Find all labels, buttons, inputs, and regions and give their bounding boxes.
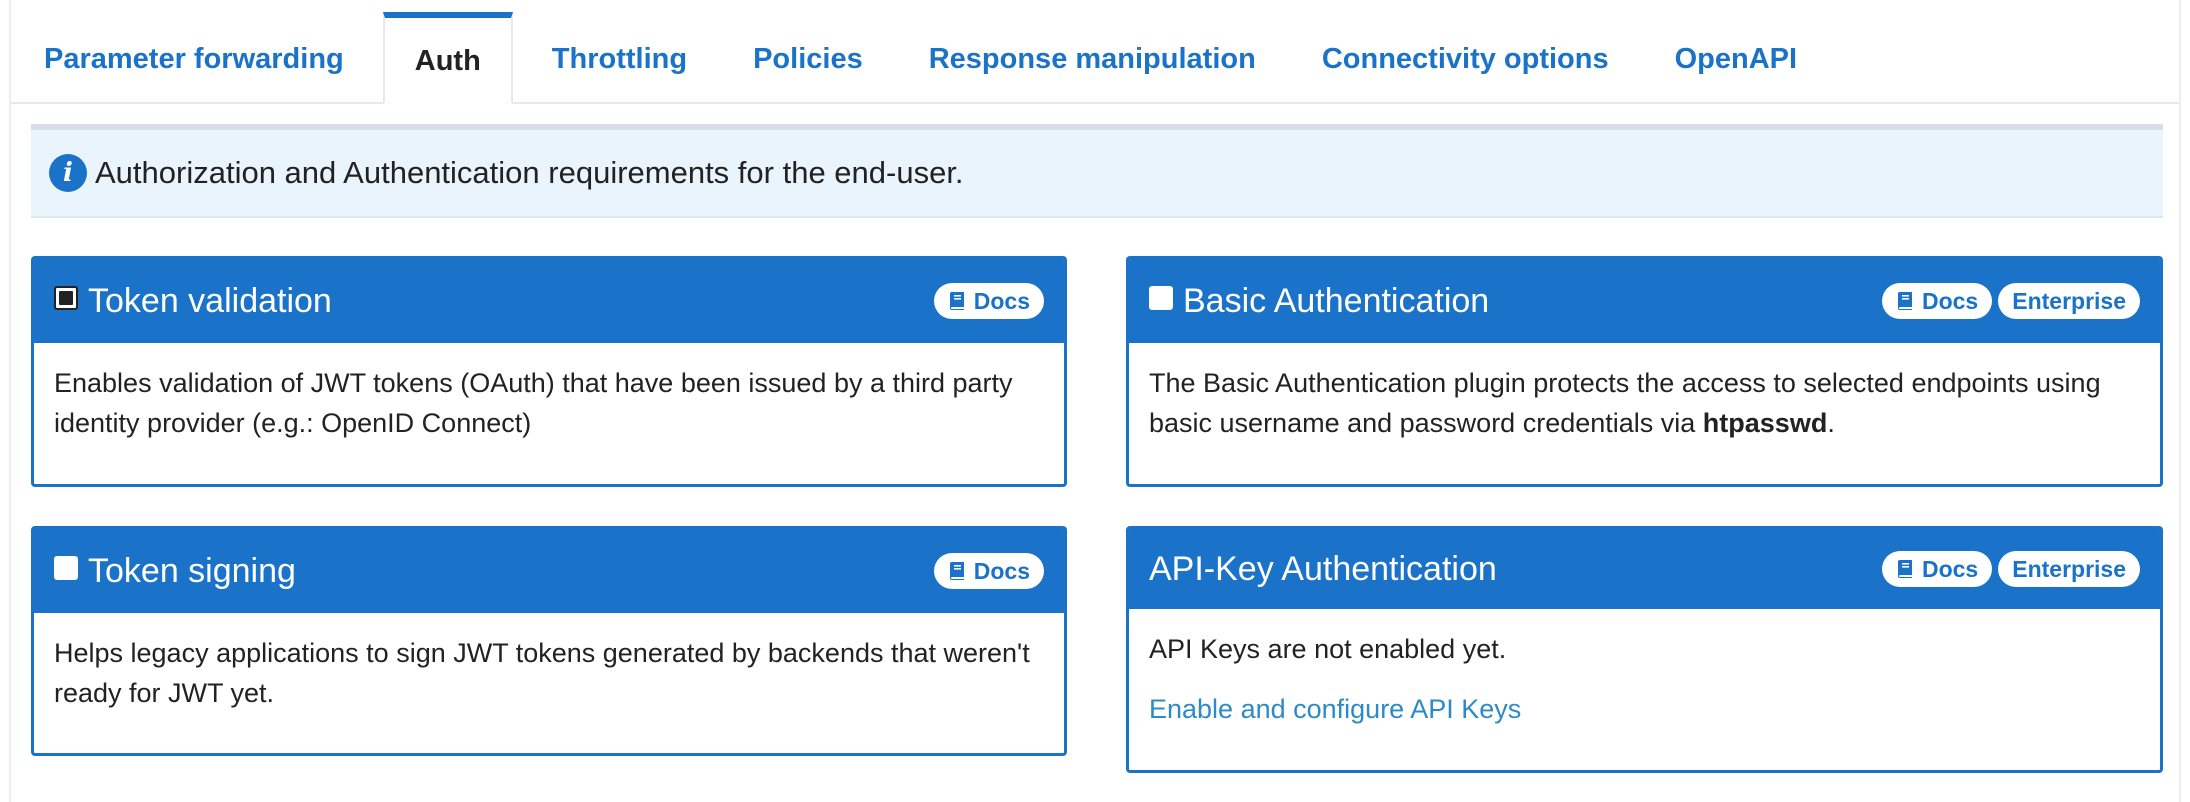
token-validation-card: Token validation Docs Enables validation… [31,256,1067,487]
token-signing-card: Token signing Docs Helps legacy applicat… [31,526,1067,756]
enterprise-badge: Enterprise [1998,283,2140,319]
basic-auth-card: Basic Authentication Docs Enterprise The… [1126,256,2163,487]
info-text: Authorization and Authentication require… [95,155,964,190]
tab-policies[interactable]: Policies [720,14,896,104]
tab-bar: Parameter forwarding Auth Throttling Pol… [11,0,2179,104]
card-description: The Basic Authentication plugin protects… [1149,368,2101,438]
card-header: API-Key Authentication Docs Enterprise [1129,529,2160,609]
book-icon [1897,292,1912,310]
info-banner: i Authorization and Authentication requi… [31,124,2163,218]
book-icon [1897,560,1912,578]
tab-auth[interactable]: Auth [382,12,513,104]
card-title: Basic Authentication [1183,281,1490,320]
book-icon [949,292,964,310]
tab-connectivity-options[interactable]: Connectivity options [1289,14,1642,104]
docs-button[interactable]: Docs [1881,551,1993,587]
htpasswd-label: htpasswd [1702,408,1828,438]
tab-throttling[interactable]: Throttling [519,14,720,104]
card-description: Helps legacy applications to sign JWT to… [54,638,1030,708]
card-title: Token validation [88,281,332,320]
enable-api-keys-link[interactable]: Enable and configure API Keys [1149,689,2140,729]
docs-button[interactable]: Docs [933,553,1044,589]
tab-openapi[interactable]: OpenAPI [1642,14,1830,104]
docs-button[interactable]: Docs [1881,283,1993,319]
auth-settings-page: Parameter forwarding Auth Throttling Pol… [9,0,2181,802]
api-key-status-text: API Keys are not enabled yet. [1149,634,1507,664]
card-header: Token signing Docs [34,529,1064,613]
tab-parameter-forwarding[interactable]: Parameter forwarding [11,14,377,104]
token-signing-checkbox[interactable] [54,555,78,580]
docs-button[interactable]: Docs [933,283,1044,319]
tab-response-manipulation[interactable]: Response manipulation [896,14,1289,104]
card-title: Token signing [88,551,296,590]
card-title: API-Key Authentication [1149,549,1497,588]
basic-auth-checkbox[interactable] [1149,285,1173,310]
card-header: Basic Authentication Docs Enterprise [1129,259,2160,343]
card-header: Token validation Docs [34,259,1064,343]
info-icon: i [49,154,87,192]
card-description: Enables validation of JWT tokens (OAuth)… [54,368,1013,438]
api-key-auth-card: API-Key Authentication Docs Enterprise A… [1126,526,2163,773]
book-icon [949,562,964,580]
card-content: API Keys are not enabled yet. Enable and… [1129,609,2160,749]
token-validation-checkbox[interactable] [54,285,78,310]
enterprise-badge: Enterprise [1998,551,2140,587]
